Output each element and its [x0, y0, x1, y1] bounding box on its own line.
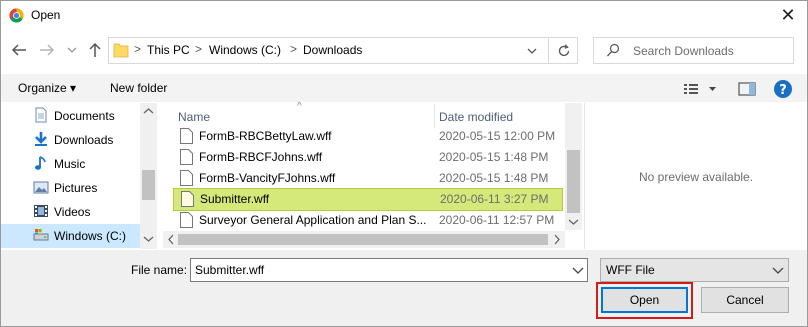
- file-date: 2020-06-11 3:27 PM: [440, 192, 549, 206]
- search-input[interactable]: Search Downloads: [593, 37, 794, 64]
- up-button[interactable]: [84, 38, 106, 62]
- sidebar-item-label: Downloads: [54, 133, 114, 147]
- file-row[interactable]: FormB-RBCBettyLaw.wff 2020-05-15 12:00 P…: [173, 126, 563, 147]
- pictures-icon: [33, 181, 49, 194]
- file-name-combobox[interactable]: Submitter.wff: [190, 258, 588, 282]
- new-folder-button[interactable]: New folder: [110, 81, 167, 95]
- sidebar-item-videos[interactable]: Videos: [1, 200, 141, 224]
- chrome-icon: [9, 8, 24, 23]
- breadcrumb-downloads[interactable]: Downloads: [303, 43, 362, 57]
- drive-icon: [33, 229, 49, 241]
- breadcrumb-this-pc[interactable]: This PC: [147, 43, 190, 57]
- back-button[interactable]: [8, 38, 30, 62]
- address-bar[interactable]: > This PC > Windows (C:) > Downloads: [108, 37, 578, 64]
- column-header-name[interactable]: Name: [178, 110, 210, 124]
- help-glyph: ?: [779, 83, 787, 98]
- scroll-down-icon: [143, 236, 154, 242]
- preview-pane-button[interactable]: [736, 79, 758, 99]
- file-icon: [181, 191, 194, 207]
- documents-icon: [35, 107, 47, 123]
- refresh-button[interactable]: [548, 37, 578, 64]
- close-icon: ✕: [780, 5, 796, 25]
- file-row-selected[interactable]: Submitter.wff 2020-06-11 3:27 PM: [173, 188, 563, 211]
- navigation-scrollbar-thumb[interactable]: [142, 170, 155, 200]
- forward-button[interactable]: [36, 38, 58, 62]
- sidebar-item-music[interactable]: Music: [1, 152, 141, 176]
- column-divider[interactable]: [434, 104, 435, 128]
- file-icon: [180, 212, 193, 228]
- cancel-button[interactable]: Cancel: [701, 287, 789, 313]
- search-placeholder: Search Downloads: [633, 44, 734, 58]
- file-name: FormB-VancityFJohns.wff: [199, 171, 336, 185]
- sidebar-item-label: Pictures: [54, 181, 98, 195]
- file-name-label: File name:: [131, 263, 188, 277]
- sidebar-item-windows-c[interactable]: Windows (C:): [1, 224, 141, 248]
- file-type-value: WFF File: [606, 263, 655, 277]
- address-history-dropdown[interactable]: [522, 37, 542, 64]
- file-icon: [180, 128, 193, 144]
- downloads-icon: [35, 132, 47, 146]
- recent-locations-button[interactable]: [64, 38, 80, 62]
- change-view-button[interactable]: [682, 80, 722, 98]
- breadcrumb-separator: >: [134, 42, 142, 56]
- videos-icon: [34, 205, 48, 217]
- file-name: Surveyor General Application and Plan S.…: [199, 213, 427, 227]
- scroll-right-icon: [554, 234, 560, 245]
- open-button[interactable]: Open: [601, 287, 688, 313]
- chevron-down-icon: [67, 47, 77, 53]
- music-icon: [35, 156, 46, 170]
- sidebar-item-pictures[interactable]: Pictures: [1, 176, 141, 200]
- file-icon: [180, 149, 193, 165]
- file-list-vertical-scrollbar-thumb[interactable]: [567, 150, 580, 213]
- sidebar-item-label: Videos: [54, 205, 91, 219]
- file-row[interactable]: FormB-VancityFJohns.wff 2020-05-15 1:48 …: [173, 168, 563, 189]
- scroll-down-icon: [568, 219, 579, 225]
- folder-icon: [113, 43, 129, 58]
- file-date: 2020-05-15 1:48 PM: [439, 171, 549, 185]
- file-type-select[interactable]: WFF File: [600, 258, 789, 282]
- file-row[interactable]: FormB-RBCFJohns.wff 2020-05-15 1:48 PM: [173, 147, 563, 168]
- navigation-pane: Documents Downloads Music Pictures Video…: [1, 103, 158, 249]
- breadcrumb-separator: >: [195, 42, 203, 56]
- refresh-icon: [558, 43, 569, 56]
- column-header-date-modified[interactable]: Date modified: [439, 110, 513, 124]
- file-name: Submitter.wff: [200, 192, 270, 206]
- chevron-down-icon: [772, 267, 784, 274]
- breadcrumb-windows-c[interactable]: Windows (C:): [209, 43, 281, 57]
- help-icon[interactable]: ?: [773, 79, 793, 99]
- chevron-down-icon: [527, 48, 537, 54]
- breadcrumb-separator: >: [290, 42, 298, 56]
- organize-button[interactable]: Organize ▾: [18, 81, 76, 95]
- view-list-icon: [684, 84, 716, 94]
- preview-pane-icon: [738, 82, 756, 96]
- search-icon: [607, 43, 620, 57]
- sidebar-item-label: Music: [54, 157, 86, 171]
- file-date: 2020-05-15 1:48 PM: [439, 150, 549, 164]
- scroll-up-icon: [143, 108, 154, 114]
- file-row[interactable]: Surveyor General Application and Plan S.…: [173, 210, 563, 231]
- forward-arrow-icon: [40, 44, 55, 56]
- file-list-horizontal-scrollbar-thumb[interactable]: [178, 234, 548, 245]
- file-date: 2020-05-15 12:00 PM: [439, 129, 556, 143]
- title-bar: [1, 1, 807, 31]
- scroll-left-icon: [168, 234, 174, 245]
- preview-message: No preview available.: [639, 170, 754, 184]
- back-arrow-icon: [11, 44, 26, 56]
- chevron-down-icon[interactable]: [571, 262, 585, 278]
- dialog-title: Open: [31, 8, 61, 22]
- file-icon: [180, 170, 193, 186]
- sidebar-item-documents[interactable]: Documents: [1, 104, 141, 128]
- up-arrow-icon: [89, 42, 101, 57]
- file-date: 2020-06-11 12:57 PM: [439, 213, 555, 227]
- file-name: FormB-RBCBettyLaw.wff: [199, 129, 332, 143]
- sort-ascending-icon: ^: [297, 101, 302, 112]
- file-name-value: Submitter.wff: [195, 263, 265, 277]
- sidebar-item-downloads[interactable]: Downloads: [1, 128, 141, 152]
- sidebar-item-label: Documents: [54, 109, 115, 123]
- sidebar-item-label: Windows (C:): [54, 229, 127, 243]
- close-button[interactable]: ✕: [770, 1, 806, 30]
- file-name: FormB-RBCFJohns.wff: [199, 150, 323, 164]
